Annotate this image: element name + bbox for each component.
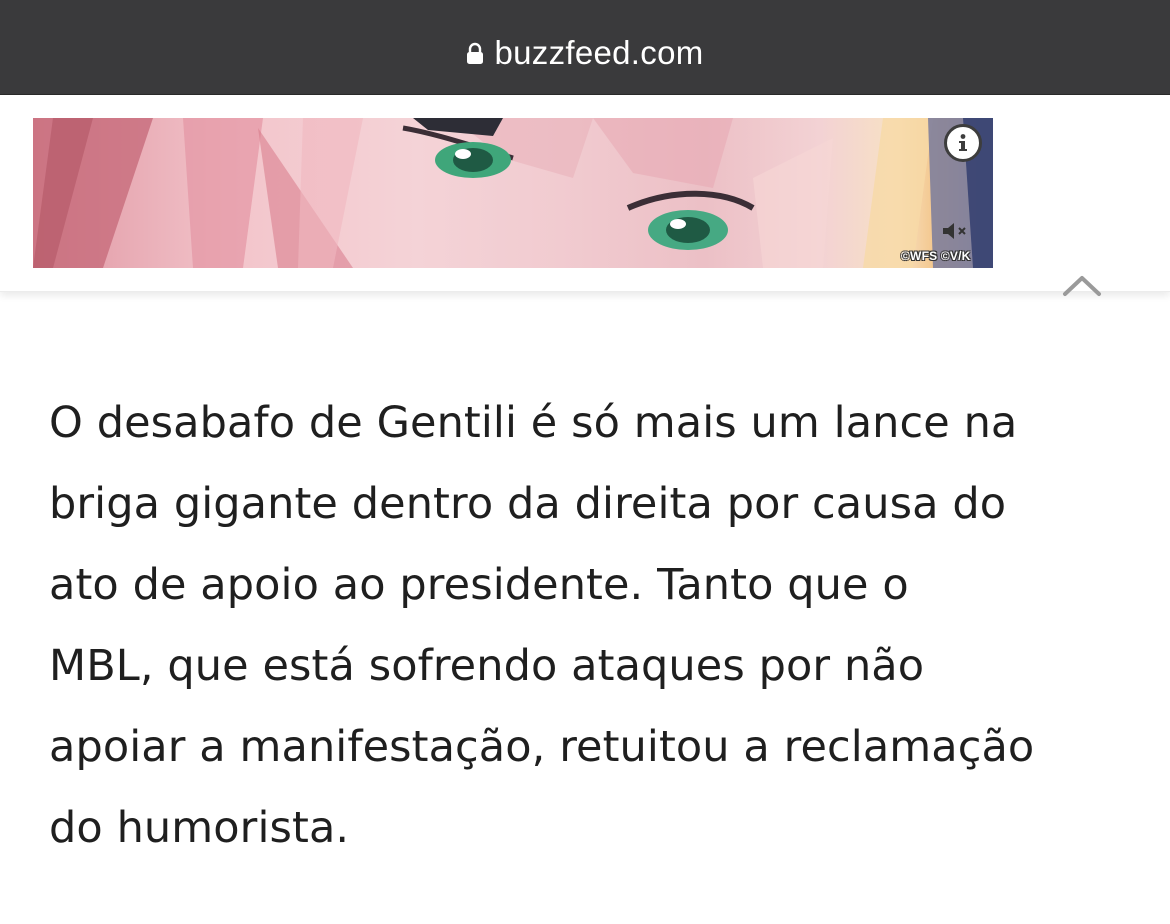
browser-url-bar[interactable]: buzzfeed.com xyxy=(0,0,1170,95)
url-display[interactable]: buzzfeed.com xyxy=(466,34,703,72)
article-line: briga gigante dentro da direita por caus… xyxy=(49,479,1007,529)
article-line: do humorista. xyxy=(49,803,350,853)
url-text: buzzfeed.com xyxy=(494,34,704,71)
ad-strip: ©WFS ©V/K xyxy=(0,95,1170,296)
article-line: apoiar a manifestação, retuitou a reclam… xyxy=(49,722,1035,772)
article-paragraph: O desabafo de Gentili é só mais um lance… xyxy=(49,383,1139,869)
speaker-muted-icon xyxy=(943,223,966,239)
article-line: O desabafo de Gentili é só mais um lance… xyxy=(49,398,1018,448)
ad-copyright: ©WFS ©V/K xyxy=(901,249,971,263)
ad-banner-image[interactable]: ©WFS ©V/K xyxy=(33,118,993,268)
article-line: ato de apoio ao presidente. Tanto que o xyxy=(49,560,909,610)
chevron-up-icon xyxy=(1063,276,1101,296)
info-icon[interactable] xyxy=(944,124,982,162)
collapse-ad-button[interactable] xyxy=(1058,270,1106,300)
ad-artwork xyxy=(33,118,993,268)
article-line: MBL, que está sofrendo ataques por não xyxy=(49,641,925,691)
lock-icon xyxy=(466,42,484,64)
mute-button[interactable] xyxy=(936,214,976,248)
